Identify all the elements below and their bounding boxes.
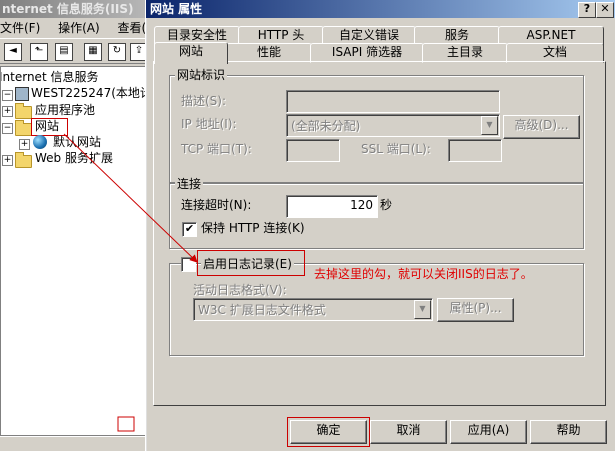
description-field[interactable] [286, 90, 500, 113]
help-icon[interactable]: ? [578, 2, 596, 18]
expand-apppools-icon[interactable]: + [2, 106, 13, 117]
tab-home-directory[interactable]: 主目录 [422, 43, 508, 63]
tree-item-websites[interactable]: 网站 [35, 118, 59, 134]
ssl-port-label: SSL 端口(L): [361, 142, 431, 156]
show-tree-icon[interactable]: ▤ [55, 43, 73, 61]
dialog-title-text: 网站 属性 [150, 2, 203, 16]
chevron-down-icon[interactable]: ▼ [481, 116, 498, 135]
tcp-port-label: TCP 端口(T): [181, 142, 252, 156]
close-icon[interactable]: ✕ [596, 2, 614, 18]
expand-default-site-icon[interactable]: + [19, 139, 30, 150]
expand-websites-icon[interactable]: − [2, 123, 13, 134]
iis-menubar: 文件(F) 操作(A) 查看(V) [0, 18, 150, 38]
log-format-select[interactable]: W3C 扩展日志文件格式 ▼ [193, 298, 433, 321]
menu-action[interactable]: 操作(A) [58, 21, 100, 35]
enable-logging-checkbox[interactable] [181, 257, 196, 272]
tab-website[interactable]: 网站 [154, 42, 228, 64]
expand-web-ext-icon[interactable]: + [2, 155, 13, 166]
globe-icon [33, 135, 47, 149]
properties-dialog: 网站 属性 ? ✕ 目录安全性 HTTP 头 自定义错误 服务 ASP.NET … [145, 0, 615, 451]
advanced-button[interactable]: 高级(D)... [503, 115, 580, 139]
ip-address-select[interactable]: (全部未分配) ▼ [286, 114, 500, 137]
tree-item-default-site[interactable]: 默认网站 [53, 134, 101, 150]
chevron-down-icon[interactable]: ▼ [414, 300, 431, 319]
help-button[interactable]: 帮助 [530, 420, 607, 444]
ip-address-label: IP 地址(I): [181, 117, 237, 131]
keepalive-label: 保持 HTTP 连接(K) [201, 221, 305, 235]
folder-icon [15, 103, 32, 119]
properties-icon[interactable]: ▦ [84, 43, 102, 61]
computer-icon [15, 87, 29, 101]
tree-item-computer[interactable]: WEST225247(本地计算机) [31, 85, 147, 101]
back-icon[interactable]: ◄ [4, 43, 22, 61]
annotation-text: 去掉这里的勾，就可以关闭IIS的日志了。 [314, 267, 533, 281]
timeout-unit: 秒 [380, 198, 393, 212]
tab-documents[interactable]: 文档 [506, 43, 604, 63]
apply-button[interactable]: 应用(A) [450, 420, 527, 444]
tree-item-web-extensions[interactable]: Web 服务扩展 [35, 150, 113, 166]
iis-toolbar: ◄ ⬑ ▤ ▦ ↻ ⇪ [0, 38, 150, 64]
log-format-label: 活动日志格式(V): [193, 283, 287, 297]
keepalive-checkbox[interactable]: ✔ [182, 222, 197, 237]
tcp-port-field[interactable] [286, 139, 340, 162]
tab-panel-website: 网站标识 描述(S): IP 地址(I): (全部未分配) ▼ 高级(D)...… [153, 61, 606, 406]
ok-button-highlight [287, 417, 370, 447]
iis-window-title: nternet 信息服务(IIS) [0, 0, 150, 18]
timeout-field[interactable]: 120 [286, 195, 378, 218]
log-properties-button[interactable]: 属性(P)... [437, 298, 514, 322]
site-identity-title: 网站标识 [175, 68, 228, 82]
tree-root-label[interactable]: Internet 信息服务 [1, 69, 98, 85]
up-folder-icon[interactable]: ⬑ [30, 43, 48, 61]
tree-item-app-pools[interactable]: 应用程序池 [35, 102, 95, 118]
menu-file[interactable]: 文件(F) [0, 21, 40, 35]
folder-open-icon [15, 120, 32, 136]
annotation-highlight-box [197, 250, 305, 276]
dialog-title: 网站 属性 ? ✕ [146, 0, 615, 18]
ssl-port-field[interactable] [448, 139, 502, 162]
refresh-icon[interactable]: ↻ [108, 43, 126, 61]
iis-statusbar [0, 436, 150, 451]
cancel-button[interactable]: 取消 [370, 420, 447, 444]
folder-icon [15, 152, 32, 168]
connections-title: 连接 [175, 177, 204, 191]
tab-isapi-filters[interactable]: ISAPI 筛选器 [310, 43, 424, 63]
expand-computer-icon[interactable]: − [2, 90, 13, 101]
description-label: 描述(S): [181, 94, 227, 108]
iis-tree: Internet 信息服务 − WEST225247(本地计算机) + 应用程序… [0, 66, 148, 436]
tab-performance[interactable]: 性能 [226, 43, 312, 63]
timeout-label: 连接超时(N): [181, 198, 252, 212]
